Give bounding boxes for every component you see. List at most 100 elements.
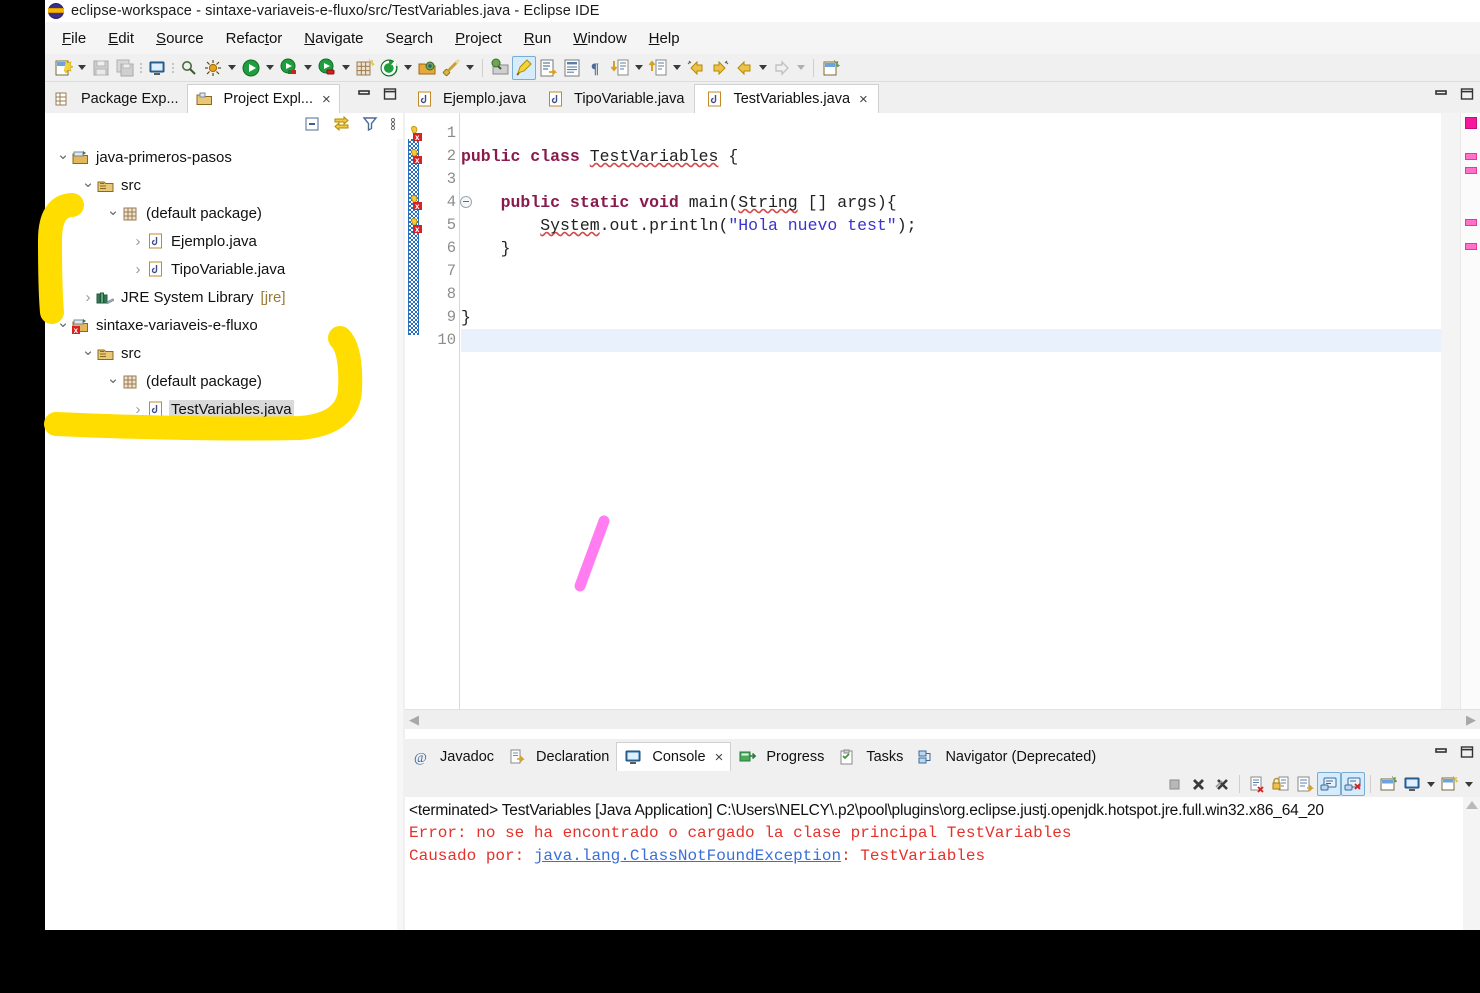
menu-window[interactable]: Window <box>562 27 637 50</box>
menu-file[interactable]: File <box>51 27 97 50</box>
console-tab-declaration[interactable]: Declaration <box>501 742 616 771</box>
minimize-icon[interactable] <box>1432 743 1450 761</box>
error-marker-icon[interactable]: x <box>407 125 423 142</box>
collapse-all-icon[interactable] <box>304 115 322 138</box>
remove-launch-icon[interactable] <box>1186 772 1210 796</box>
menu-refactor[interactable]: Refactor <box>215 27 294 50</box>
forward-navigate-icon[interactable] <box>770 56 794 80</box>
scroll-right-arrow[interactable]: ▶ <box>1466 712 1476 728</box>
editor-horizontal-scrollbar[interactable]: ◀ ▶ <box>405 709 1480 729</box>
open-task-icon[interactable] <box>536 56 560 80</box>
scroll-lock-icon[interactable] <box>1269 772 1293 796</box>
skip-breakpoints-icon[interactable] <box>439 56 463 80</box>
console-tab-console[interactable]: Console × <box>616 742 732 771</box>
tree-item[interactable]: › TestVariables.java <box>45 395 397 423</box>
previous-annotation-dropdown-arrow[interactable] <box>670 56 684 80</box>
back-dropdown-arrow[interactable] <box>756 56 770 80</box>
editor-tab-testvariables[interactable]: TestVariables.java × <box>694 84 879 113</box>
tree-item[interactable]: ⌄ java-primeros-pasos <box>45 143 397 171</box>
search-icon[interactable] <box>177 56 201 80</box>
menu-navigate[interactable]: Navigate <box>293 27 374 50</box>
back-to-icon[interactable] <box>684 56 708 80</box>
save-all-icon[interactable] <box>113 56 137 80</box>
maximize-icon[interactable] <box>1458 743 1476 761</box>
open-type-icon[interactable] <box>415 56 439 80</box>
exception-link[interactable]: java.lang.ClassNotFoundException <box>534 847 841 865</box>
link-with-editor-icon[interactable] <box>332 115 351 138</box>
maximize-icon[interactable] <box>1458 85 1476 103</box>
show-console-on-output-icon[interactable] <box>1317 772 1341 796</box>
error-marker-icon[interactable]: x <box>407 217 423 234</box>
menu-edit[interactable]: Edit <box>97 27 145 50</box>
chevron-down-icon[interactable]: ⌄ <box>55 146 71 163</box>
left-tab-package-explorer[interactable]: Package Exp... <box>45 84 187 113</box>
menu-search[interactable]: Search <box>375 27 445 50</box>
chevron-down-icon[interactable]: ⌄ <box>80 342 96 359</box>
tree-item[interactable]: › TipoVariable.java <box>45 255 397 283</box>
next-annotation-icon[interactable] <box>608 56 632 80</box>
tree-item[interactable]: ⌄ x sintaxe-variaveis-e-fluxo <box>45 311 397 339</box>
show-whitespace-icon[interactable] <box>560 56 584 80</box>
previous-annotation-icon[interactable] <box>646 56 670 80</box>
new-dropdown-arrow[interactable] <box>75 56 89 80</box>
minimize-icon[interactable] <box>355 85 373 103</box>
error-marker-icon[interactable]: x <box>407 194 423 211</box>
terminate-icon[interactable] <box>1162 772 1186 796</box>
close-icon[interactable]: × <box>715 750 724 765</box>
display-selected-console-icon[interactable] <box>1400 772 1424 796</box>
maximize-icon[interactable] <box>381 85 399 103</box>
print-screen-icon[interactable] <box>145 56 169 80</box>
external-tools-dropdown-arrow[interactable] <box>401 56 415 80</box>
display-console-dropdown-arrow[interactable] <box>1424 772 1438 796</box>
profile-dropdown-arrow[interactable] <box>339 56 353 80</box>
console-tab-tasks[interactable]: Tasks <box>831 742 910 771</box>
chevron-down-icon[interactable]: ⌄ <box>80 174 96 191</box>
tree-item[interactable]: › Ejemplo.java <box>45 227 397 255</box>
debug-dropdown-arrow[interactable] <box>225 56 239 80</box>
overview-error-marker[interactable] <box>1465 243 1477 250</box>
open-console-dropdown-arrow[interactable] <box>1462 772 1476 796</box>
open-console-icon[interactable] <box>1438 772 1462 796</box>
chevron-down-icon[interactable]: ⌄ <box>55 314 71 331</box>
new-java-package-icon[interactable] <box>353 56 377 80</box>
toggle-mark-occurrences-icon[interactable] <box>512 55 536 80</box>
scroll-left-arrow[interactable]: ◀ <box>409 712 419 728</box>
show-console-on-error-icon[interactable] <box>1341 772 1365 796</box>
error-marker-icon[interactable]: x <box>407 148 423 165</box>
explorer-scrollbar[interactable] <box>397 139 403 930</box>
console-output[interactable]: <terminated> TestVariables [Java Applica… <box>405 797 1480 930</box>
save-icon[interactable] <box>89 56 113 80</box>
new-editor-icon[interactable] <box>819 56 843 80</box>
tree-item[interactable]: › JRE System Library [jre] <box>45 283 397 311</box>
tree-item[interactable]: ⌄ src <box>45 339 397 367</box>
overview-error-marker[interactable] <box>1465 117 1477 129</box>
next-annotation-dropdown-arrow[interactable] <box>632 56 646 80</box>
menu-project[interactable]: Project <box>444 27 513 50</box>
code-area[interactable]: x x x x 1 2 3 4 5 6 7 8 9 10 public class TestVariab… <box>405 113 1480 709</box>
overview-ruler[interactable] <box>1460 113 1480 709</box>
chevron-down-icon[interactable]: ⌄ <box>105 202 121 219</box>
chevron-right-icon[interactable]: › <box>80 289 96 306</box>
chevron-down-icon[interactable]: ⌄ <box>105 370 121 387</box>
coverage-icon[interactable] <box>277 56 301 80</box>
view-menu-filter-icon[interactable] <box>361 115 379 138</box>
new-wizard-icon[interactable] <box>51 56 75 80</box>
close-icon[interactable]: × <box>859 92 868 107</box>
run-icon[interactable] <box>239 56 263 80</box>
console-scroll-up-arrow[interactable] <box>1465 801 1478 809</box>
debug-icon[interactable] <box>201 56 225 80</box>
tree-item[interactable]: ⌄ src <box>45 171 397 199</box>
chevron-right-icon[interactable]: › <box>130 261 146 278</box>
view-menu-icon[interactable] <box>389 115 397 138</box>
remove-all-terminated-icon[interactable] <box>1210 772 1234 796</box>
menu-run[interactable]: Run <box>513 27 563 50</box>
pin-console-icon[interactable] <box>1376 772 1400 796</box>
editor-vertical-scrollbar[interactable] <box>1441 113 1460 709</box>
marker-ruler[interactable]: x x x x <box>405 113 425 709</box>
external-tools-icon[interactable] <box>377 56 401 80</box>
overview-error-marker[interactable] <box>1465 153 1477 160</box>
back-navigate-icon[interactable] <box>732 56 756 80</box>
coverage-dropdown-arrow[interactable] <box>301 56 315 80</box>
menu-help[interactable]: Help <box>638 27 691 50</box>
overview-error-marker[interactable] <box>1465 219 1477 226</box>
